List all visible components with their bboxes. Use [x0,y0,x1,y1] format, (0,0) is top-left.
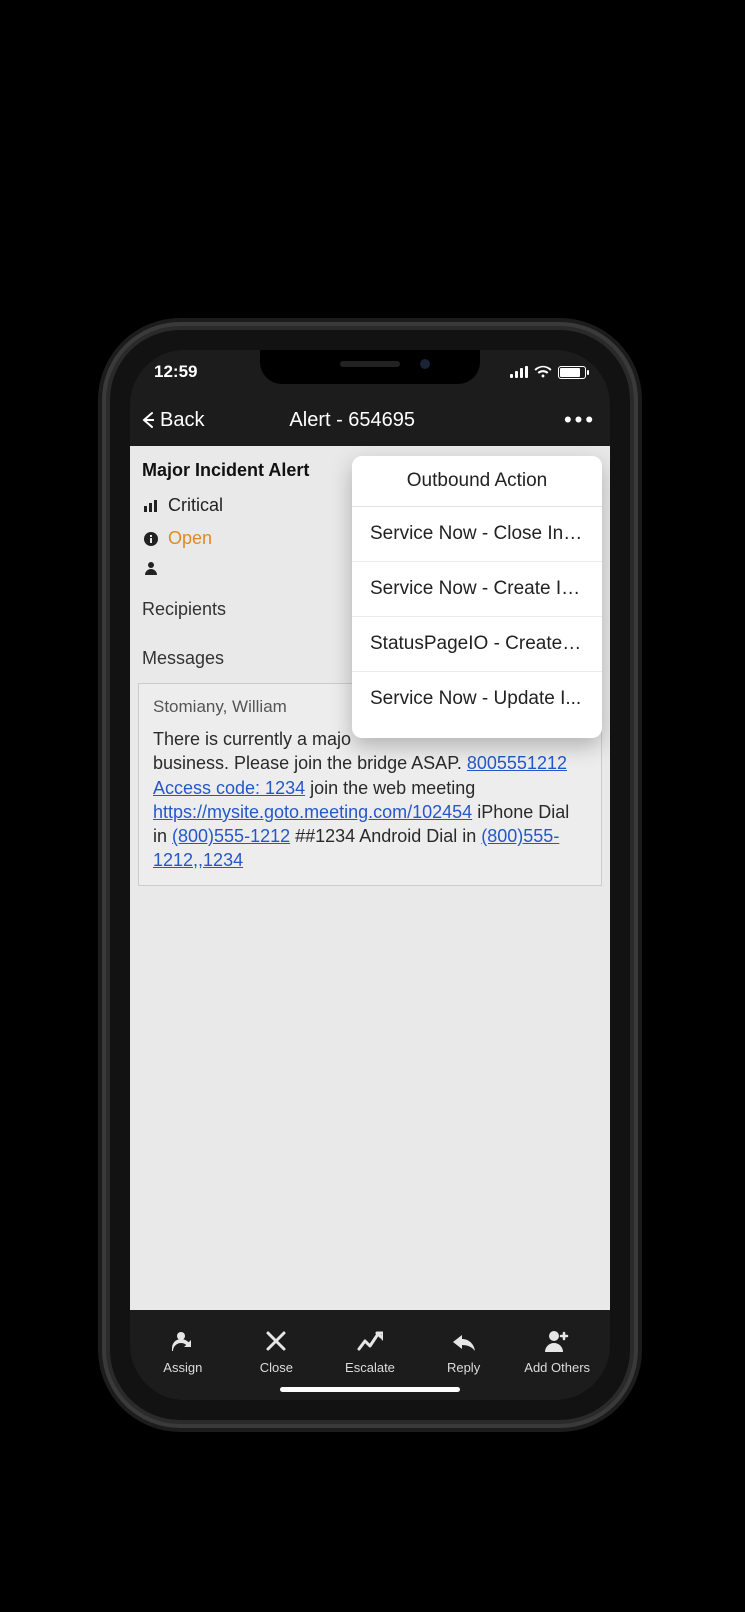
message-body: There is currently a majo business. Plea… [153,727,587,873]
severity-label: Critical [168,495,223,516]
close-button[interactable]: Close [230,1320,324,1382]
meeting-link[interactable]: https://mysite.goto.meeting.com/102454 [153,802,472,822]
message-text: ##1234 Android Dial in [295,826,481,846]
more-button[interactable]: ••• [560,407,600,433]
person-icon [142,561,160,575]
menu-item[interactable]: Service Now - Update I... [352,672,602,738]
action-label: Reply [447,1360,480,1375]
escalate-button[interactable]: Escalate [323,1320,417,1382]
escalate-icon [357,1328,383,1354]
phone-link[interactable]: (800)555-1212 [172,826,290,846]
action-label: Assign [163,1360,202,1375]
home-indicator[interactable] [280,1387,460,1392]
add-person-icon [544,1328,570,1354]
message-text: business. Please join the bridge ASAP. [153,753,467,773]
notch [260,350,480,384]
close-icon [263,1328,289,1354]
assign-icon [170,1328,196,1354]
outbound-action-menu: Outbound Action Service Now - Close Inc.… [352,456,602,738]
menu-item[interactable]: Service Now - Create In... [352,562,602,617]
wifi-icon [534,365,552,379]
info-icon [142,532,160,546]
state-label: Open [168,528,212,549]
bars-icon [142,500,160,512]
dropdown-title: Outbound Action [352,456,602,507]
reply-button[interactable]: Reply [417,1320,511,1382]
assign-button[interactable]: Assign [136,1320,230,1382]
action-label: Escalate [345,1360,395,1375]
status-right [510,365,586,379]
action-label: Add Others [524,1360,590,1375]
menu-item[interactable]: Service Now - Close Inc... [352,507,602,562]
add-others-button[interactable]: Add Others [510,1320,604,1382]
nav-bar: Back Alert - 654695 ••• [130,394,610,446]
cellular-icon [510,366,528,378]
message-text: join the web meeting [310,778,475,798]
message-text: There is currently a majo [153,729,351,749]
page-title: Alert - 654695 [144,409,560,432]
status-time: 12:59 [154,362,197,382]
phone-frame: 12:59 Back Alert - 654 [110,330,630,1420]
screen: 12:59 Back Alert - 654 [130,350,610,1400]
reply-icon [451,1328,477,1354]
menu-item[interactable]: StatusPageIO - Create I... [352,617,602,672]
battery-icon [558,366,586,379]
action-label: Close [260,1360,293,1375]
